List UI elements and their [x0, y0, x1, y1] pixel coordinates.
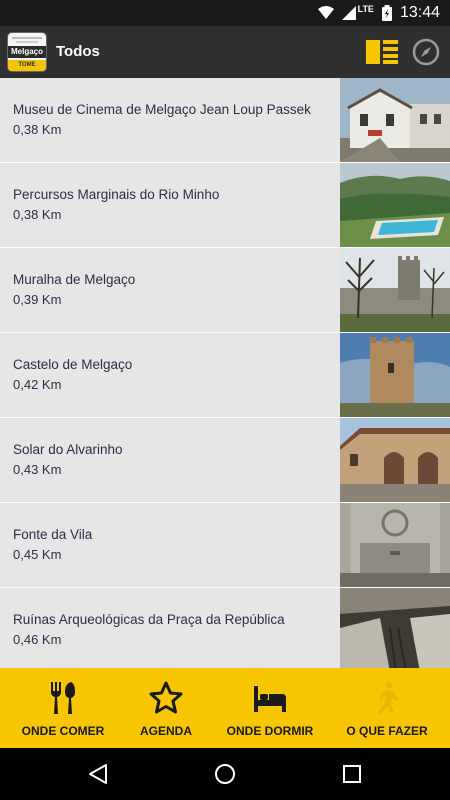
star-icon [149, 681, 183, 714]
battery-icon [381, 5, 392, 21]
castle-wall-photo [340, 248, 450, 332]
place-name: Solar do Alvarinho [13, 442, 123, 457]
castle-tower-photo [340, 333, 450, 417]
place-name: Percursos Marginais do Rio Minho [13, 187, 220, 202]
ruins-interior-photo [340, 588, 450, 668]
tab-label: AGENDA [139, 724, 192, 738]
tab-onde-comer[interactable]: ONDE COMER [7, 668, 119, 748]
list-item[interactable]: Solar do Alvarinho 0,43 Km [0, 418, 450, 503]
app-logo[interactable]: Melgaço TOME [8, 33, 46, 71]
bottom-tab-bar: ONDE COMER AGENDA ONDE DORMIR O QUE FAZE… [0, 668, 450, 748]
page-title: Todos [56, 43, 100, 60]
logo-line [16, 41, 38, 43]
logo-sub: TOME [8, 60, 46, 71]
list-view-icon[interactable] [366, 40, 398, 64]
manor-house-photo [340, 418, 450, 502]
place-distance: 0,42 Km [13, 377, 62, 392]
system-nav-bar [0, 748, 450, 800]
list-item[interactable]: Ruínas Arqueológicas da Praça da Repúbli… [0, 588, 450, 668]
place-name: Fonte da Vila [13, 527, 93, 542]
place-name: Castelo de Melgaço [13, 357, 133, 372]
wifi-icon [317, 6, 334, 19]
tab-onde-dormir[interactable]: ONDE DORMIR [214, 668, 326, 748]
place-distance: 0,45 Km [13, 547, 62, 562]
recents-icon[interactable] [340, 762, 364, 786]
tab-o-que-fazer[interactable]: O QUE FAZER [331, 668, 443, 748]
tab-label: ONDE DORMIR [226, 724, 314, 738]
tab-agenda[interactable]: AGENDA [110, 668, 222, 748]
place-name: Muralha de Melgaço [13, 272, 136, 287]
home-icon[interactable] [213, 762, 237, 786]
list-item[interactable]: Fonte da Vila 0,45 Km [0, 503, 450, 588]
tab-label: ONDE COMER [21, 724, 105, 738]
walking-person-icon [378, 681, 399, 714]
app-bar: Melgaço TOME Todos [0, 26, 450, 78]
museum-building-photo [340, 78, 450, 162]
list-item[interactable]: Castelo de Melgaço 0,42 Km [0, 333, 450, 418]
place-distance: 0,46 Km [13, 632, 62, 647]
place-distance: 0,39 Km [13, 292, 62, 307]
stone-fountain-photo [340, 503, 450, 587]
river-pool-photo [340, 163, 450, 247]
place-name: Ruínas Arqueológicas da Praça da Repúbli… [13, 612, 285, 627]
place-distance: 0,38 Km [13, 207, 62, 222]
signal-icon [341, 6, 356, 20]
list-item[interactable]: Muralha de Melgaço 0,39 Km [0, 248, 450, 333]
fork-spoon-icon [51, 682, 75, 714]
status-bar: LTE 13:44 [0, 0, 450, 26]
logo-line [12, 37, 42, 39]
place-name: Museu de Cinema de Melgaço Jean Loup Pas… [13, 102, 311, 117]
compass-icon[interactable] [412, 38, 440, 66]
list-item[interactable]: Percursos Marginais do Rio Minho 0,38 Km [0, 163, 450, 248]
network-type: LTE [357, 4, 374, 14]
list-item[interactable]: Museu de Cinema de Melgaço Jean Loup Pas… [0, 78, 450, 163]
logo-text: Melgaço [8, 46, 46, 58]
bed-icon [254, 686, 286, 712]
place-distance: 0,43 Km [13, 462, 62, 477]
place-distance: 0,38 Km [13, 122, 62, 137]
back-icon[interactable] [86, 762, 110, 786]
tab-label: O QUE FAZER [346, 724, 428, 738]
places-list[interactable]: Museu de Cinema de Melgaço Jean Loup Pas… [0, 78, 450, 668]
clock: 13:44 [399, 4, 440, 21]
